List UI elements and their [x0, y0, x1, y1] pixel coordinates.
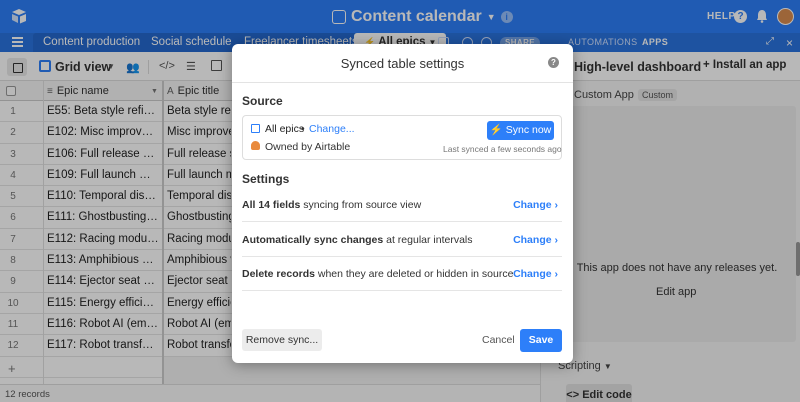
save-button[interactable]: Save [520, 329, 562, 352]
setting-rest: at regular intervals [383, 234, 473, 246]
divider [232, 82, 573, 83]
setting-row-auto-sync: Automatically sync changes at regular in… [242, 223, 562, 257]
change-auto-sync-button[interactable]: Change › [513, 234, 558, 246]
setting-bold: Automatically sync changes [242, 234, 384, 246]
dialog-title: Synced table settings [340, 56, 465, 71]
change-label: Change [513, 199, 552, 211]
lightning-icon: ⚡ [489, 124, 506, 136]
source-heading: Source [242, 94, 283, 108]
remove-sync-button[interactable]: Remove sync... [242, 329, 322, 351]
change-label: Change [513, 234, 552, 246]
setting-bold: All 14 fields [242, 199, 301, 211]
source-card: All epics • Change... Owned by Airtable … [242, 115, 562, 160]
change-fields-button[interactable]: Change › [513, 199, 558, 211]
chevron-right-icon: › [554, 234, 559, 246]
owner-text: Owned by Airtable [265, 141, 351, 153]
setting-text: Delete records when they are deleted or … [242, 268, 513, 280]
owner-icon [251, 141, 260, 150]
change-delete-records-button[interactable]: Change › [513, 268, 558, 280]
settings-heading: Settings [242, 172, 290, 186]
sync-now-label: Sync now [505, 124, 552, 136]
setting-rest: syncing from source view [300, 199, 422, 211]
setting-bold: Delete records [242, 268, 315, 280]
separator-dot: • [301, 123, 305, 135]
setting-row-delete-records: Delete records when they are deleted or … [242, 257, 562, 291]
sync-now-button[interactable]: ⚡ Sync now [487, 121, 554, 140]
change-label: Change [513, 268, 552, 280]
change-source-link[interactable]: Change... [309, 123, 355, 135]
setting-text: All 14 fields syncing from source view [242, 199, 421, 211]
setting-rest: when they are deleted or hidden in sourc… [314, 268, 514, 280]
last-synced-text: Last synced a few seconds ago [443, 144, 562, 154]
chevron-right-icon: › [554, 199, 559, 211]
setting-text: Automatically sync changes at regular in… [242, 234, 473, 246]
setting-row-fields: All 14 fields syncing from source view C… [242, 188, 562, 222]
grid-view-icon [251, 124, 260, 133]
source-view-name: All epics [265, 123, 305, 135]
help-icon[interactable]: ? [548, 57, 559, 68]
cancel-button[interactable]: Cancel [482, 334, 515, 346]
chevron-right-icon: › [554, 268, 559, 280]
synced-table-settings-dialog: Synced table settings ? Source All epics… [232, 44, 573, 363]
